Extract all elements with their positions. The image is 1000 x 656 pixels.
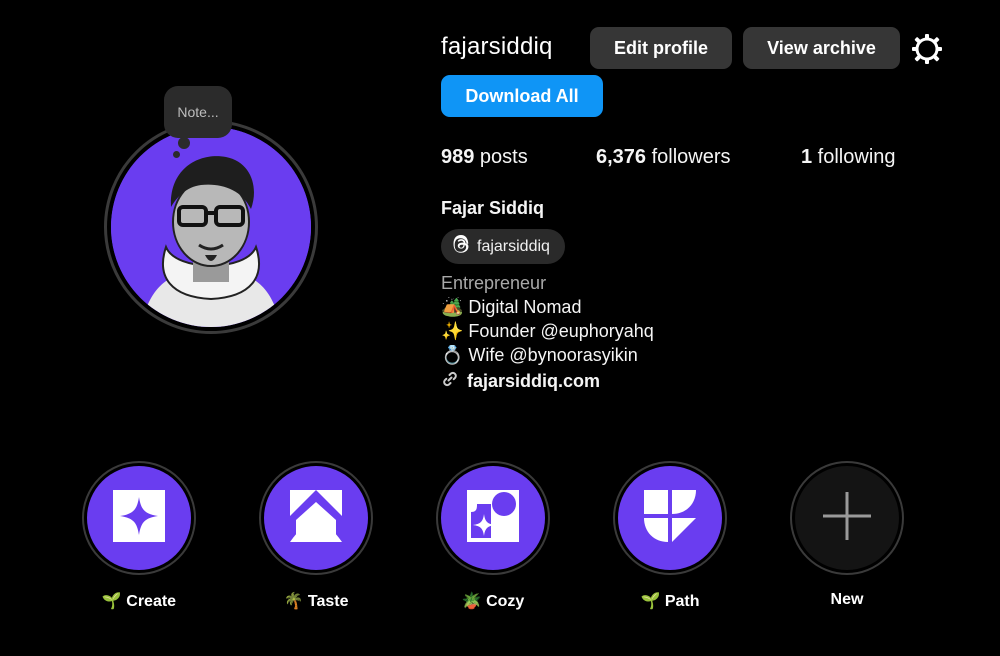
bio-line[interactable]: 💍 Wife @bynoorasyikin xyxy=(441,345,638,366)
cozy-shapes-icon xyxy=(467,489,519,547)
plus-icon xyxy=(821,490,873,547)
note-label: Note... xyxy=(177,104,219,120)
followers-label: followers xyxy=(646,146,731,168)
profile-avatar[interactable] xyxy=(104,120,318,334)
sparkle-square-icon xyxy=(113,489,165,547)
profile-category: Entrepreneur xyxy=(441,273,547,293)
highlight-cozy-label[interactable]: 🪴 Cozy xyxy=(423,591,563,611)
highlight-create[interactable] xyxy=(82,461,196,575)
bio-line: 🏕️ Digital Nomad xyxy=(441,297,582,317)
following-label: following xyxy=(812,146,896,168)
threads-handle: fajarsiddiq xyxy=(477,237,550,255)
avatar-image xyxy=(111,127,311,327)
path-shapes-icon xyxy=(644,489,696,547)
following-count: 1 xyxy=(801,146,813,168)
website-url: fajarsiddiq.com xyxy=(467,371,601,391)
bio-line[interactable]: ✨ Founder @euphoryahq xyxy=(441,321,654,342)
download-all-label: Download All xyxy=(465,85,579,106)
note-bubble-tail xyxy=(178,137,190,149)
highlight-taste-label[interactable]: 🌴 Taste xyxy=(246,591,386,611)
posts-stat[interactable]: 989 posts xyxy=(441,146,528,169)
note-bubble[interactable]: Note... xyxy=(164,86,232,138)
highlight-path[interactable] xyxy=(613,461,727,575)
edit-profile-button[interactable]: Edit profile xyxy=(590,27,732,69)
link-icon xyxy=(441,370,459,393)
highlight-cozy[interactable] xyxy=(436,461,550,575)
new-highlight-button[interactable] xyxy=(790,461,904,575)
threads-badge[interactable]: fajarsiddiq xyxy=(441,229,565,264)
download-all-button[interactable]: Download All xyxy=(441,75,603,117)
note-bubble-tail-small xyxy=(173,151,180,158)
following-stat[interactable]: 1 following xyxy=(801,146,896,169)
full-name: Fajar Siddiq xyxy=(441,198,545,218)
threads-icon xyxy=(451,234,471,259)
edit-profile-label: Edit profile xyxy=(614,37,708,58)
website-link[interactable]: fajarsiddiq.com xyxy=(441,370,600,393)
arch-shape-icon xyxy=(290,489,342,547)
followers-stat[interactable]: 6,376 followers xyxy=(596,146,731,169)
highlight-create-label[interactable]: 🌱 Create xyxy=(69,591,209,611)
posts-count: 989 xyxy=(441,146,475,168)
followers-count: 6,376 xyxy=(596,146,647,168)
highlight-taste[interactable] xyxy=(259,461,373,575)
view-archive-button[interactable]: View archive xyxy=(743,27,900,69)
settings-gear-icon[interactable] xyxy=(910,32,944,66)
username: fajarsiddiq xyxy=(441,33,553,60)
highlight-path-label[interactable]: 🌱 Path xyxy=(600,591,740,611)
new-highlight-label[interactable]: New xyxy=(777,591,917,609)
posts-label: posts xyxy=(474,146,528,168)
view-archive-label: View archive xyxy=(767,37,876,58)
